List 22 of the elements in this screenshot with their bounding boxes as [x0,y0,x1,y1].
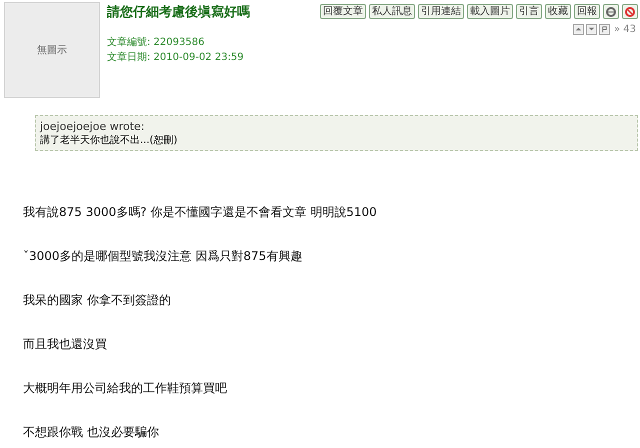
stop-icon[interactable] [622,4,638,19]
toolbar-button[interactable]: 回報 [574,4,600,19]
post-paragraph: 大概明年用公司給我的工作鞋預算買吧 [23,380,228,397]
toolbar-button[interactable]: 引用連結 [418,4,464,19]
post-paragraph: 而且我也還沒買 [23,336,108,353]
post-meta: 文章編號: 22093586 [107,36,206,50]
toolbar-button[interactable]: 載入圖片 [467,4,513,19]
post-paragraph: ˇ3000多的是哪個型號我沒注意 因爲只對875有興趣 [23,248,304,265]
post-paragraph: 我有說875 3000多嗎? 你是不懂國字還是不會看文章 明明說5100 [23,204,378,221]
floor-number: » 43 [614,24,636,35]
no-image-label: 無圖示 [37,44,67,57]
toolbar-button[interactable]: 私人訊息 [369,4,415,19]
quote-text: 講了老半天你也說不出...(恕刪) [40,134,178,147]
post-paragraph: 不想跟你戰 也沒必要騙你 [23,424,160,441]
toolbar-button[interactable]: 收藏 [545,4,571,19]
toolbar-button[interactable]: 回覆文章 [320,4,366,19]
post-meta: 文章日期: 2010-09-02 23:59 [107,50,245,65]
post-paragraph: 我呆的國家 你拿不到簽證的 [23,292,172,309]
post-title: 請您仔細考慮後塡寫好嗎 [107,4,251,21]
flag-icon[interactable] [598,24,610,35]
toolbar-button[interactable]: 引言 [516,4,542,19]
quote-author: joejoejoejoe wrote: [40,120,146,133]
